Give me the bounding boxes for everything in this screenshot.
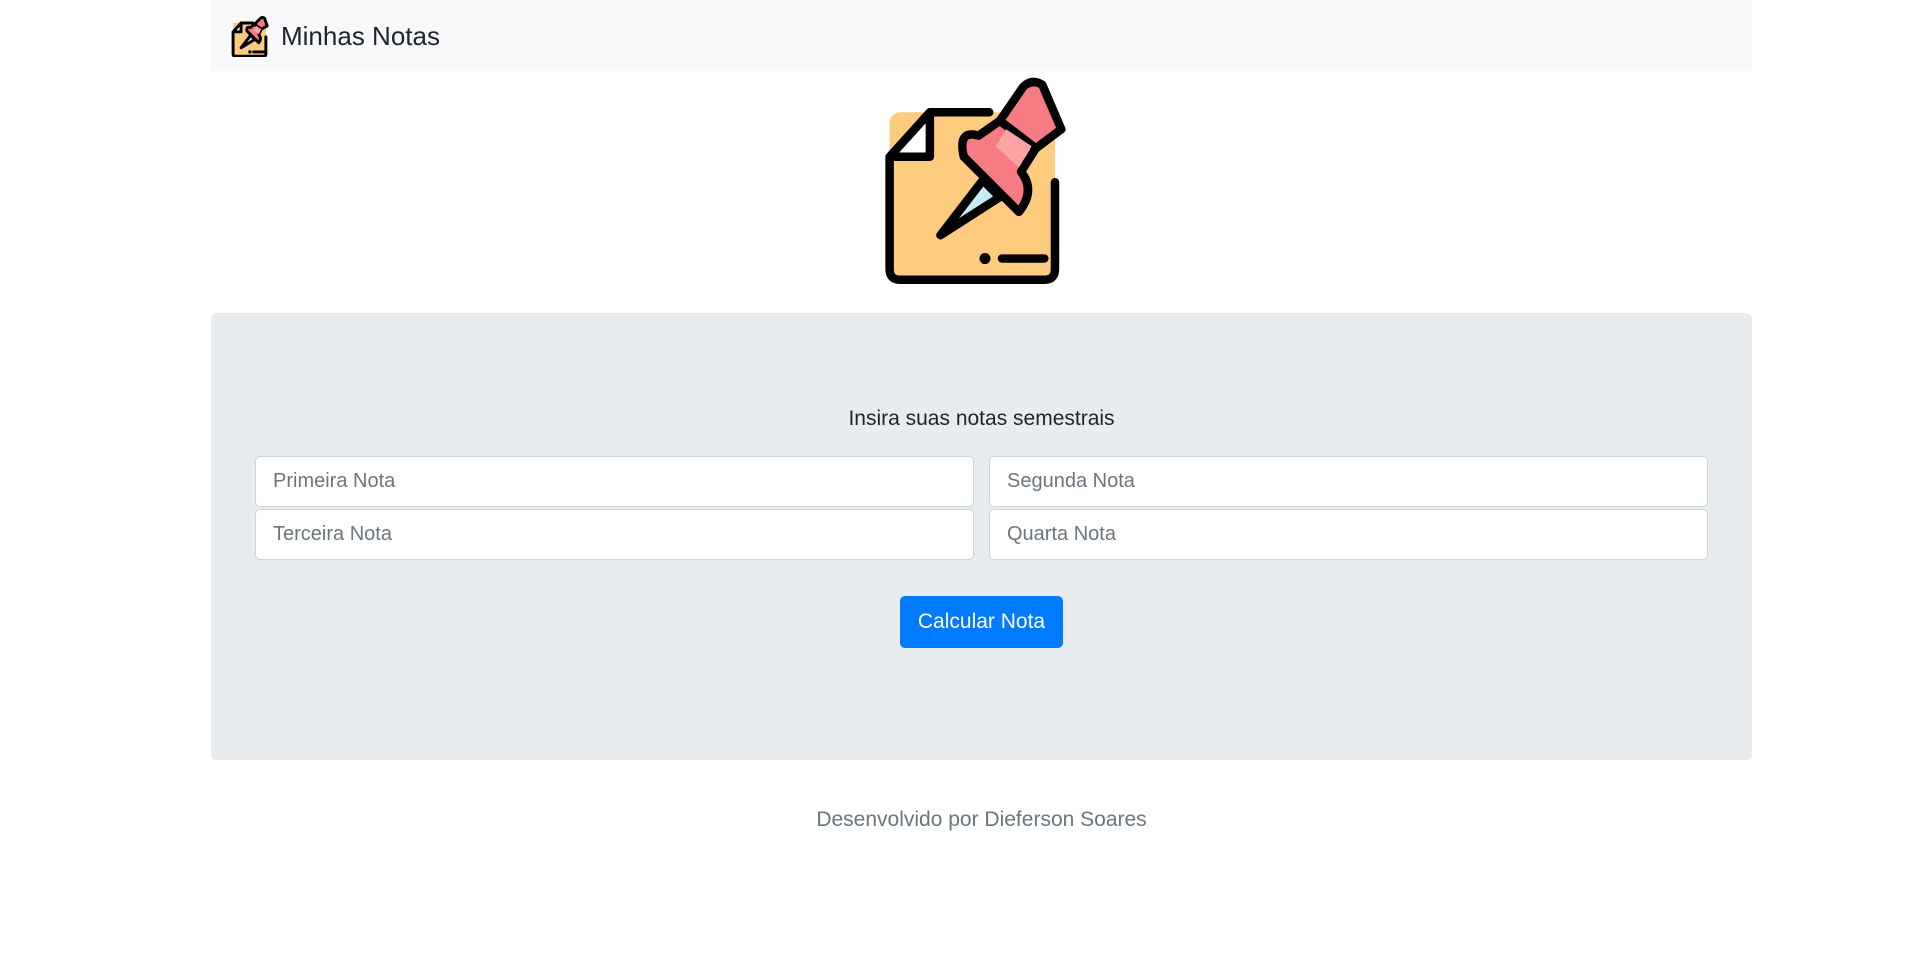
note-pin-icon [884,77,1066,284]
form-title: Insira suas notas semestrais [848,407,1115,430]
footer: Desenvolvido por Dieferson Soares [211,808,1752,832]
navbar-brand[interactable]: Minhas Notas [231,15,440,57]
second-grade-input[interactable] [989,456,1708,507]
note-pin-icon [231,15,269,57]
third-grade-input[interactable] [255,509,974,560]
navbar: Minhas Notas [211,0,1752,71]
page-container: Minhas Notas Insira suas notas semestrai… [211,0,1752,832]
submit-area: Calcular Nota [211,596,1752,648]
grades-form-panel: Insira suas notas semestrais Calcular No… [211,313,1752,760]
navbar-brand-text: Minhas Notas [281,20,440,51]
calculate-grade-button[interactable]: Calcular Nota [899,596,1064,648]
footer-credit-text: Desenvolvido por Dieferson Soares [816,808,1147,831]
fourth-grade-input[interactable] [989,509,1708,560]
first-grade-input[interactable] [255,456,974,507]
hero-logo-area [211,71,1752,313]
grades-input-grid [255,456,1708,560]
